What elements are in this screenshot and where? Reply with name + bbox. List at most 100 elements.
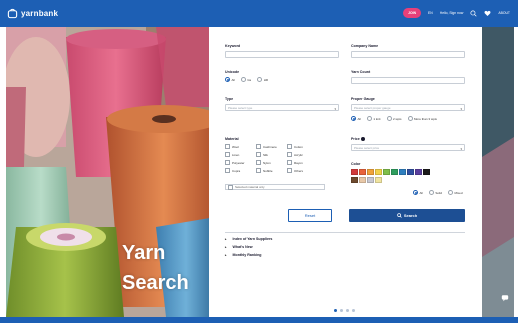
checkbox-label: Nubble [263, 168, 273, 173]
chevron-down-icon: ▾ [460, 147, 462, 151]
reset-button[interactable]: Reset [288, 209, 332, 222]
company-name-input[interactable] [351, 51, 465, 58]
price-select[interactable]: Please select price ▾ [351, 144, 465, 151]
chat-icon[interactable] [501, 294, 509, 302]
material-others[interactable]: Others [287, 168, 318, 173]
link-monthly-ranking[interactable]: ▸ Monthly Ranking [225, 253, 261, 257]
unicode-option-all[interactable]: All [225, 77, 235, 82]
color-swatch-3[interactable] [367, 169, 374, 175]
chevron-down-icon: ▾ [334, 107, 336, 111]
checkbox[interactable] [256, 160, 261, 165]
pager-dot-4[interactable] [352, 309, 355, 312]
keyword-input[interactable] [225, 51, 339, 58]
sign-in-link[interactable]: Hello, Sign now [440, 8, 464, 18]
checkbox[interactable] [228, 184, 233, 190]
material-linen[interactable]: Linen [225, 152, 256, 157]
color-swatch-4[interactable] [375, 169, 382, 175]
heart-icon[interactable] [484, 10, 491, 17]
radio-checked[interactable] [413, 190, 418, 195]
color-swatch-11[interactable] [351, 176, 358, 183]
material-rayon[interactable]: Rayon [287, 160, 318, 165]
language-switch[interactable]: EN [428, 8, 433, 18]
radio[interactable] [240, 77, 246, 82]
footer-bar [0, 317, 518, 323]
color-option-all[interactable]: All [413, 190, 423, 195]
yarnbank-logo-icon [7, 8, 18, 18]
color-swatch-1[interactable] [351, 169, 358, 175]
color-swatch-12[interactable] [359, 176, 366, 183]
material-silk[interactable]: Silk [256, 152, 287, 157]
checkbox[interactable] [256, 168, 261, 173]
color-swatch-6[interactable] [391, 169, 398, 175]
checkbox-label: Others [294, 168, 304, 173]
unicode-label: Unicode [225, 70, 240, 74]
company-name-label: Company Name [351, 44, 379, 48]
checkbox-label: Linen [232, 152, 240, 157]
radio[interactable] [257, 77, 263, 82]
gauge-option-3[interactable]: More than 3 wpis [407, 116, 437, 121]
radio[interactable] [366, 116, 372, 121]
checkbox[interactable] [287, 152, 292, 157]
radio-checked[interactable] [351, 116, 356, 121]
checkbox[interactable] [256, 152, 261, 157]
search-icon[interactable] [470, 9, 477, 17]
link-yarn-suppliers[interactable]: ▸ Index of Yarn Suppliers [225, 237, 272, 241]
color-swatch-2[interactable] [359, 169, 366, 175]
checkbox[interactable] [256, 144, 261, 149]
color-swatch-7[interactable] [399, 169, 406, 175]
logo[interactable]: yarnbank [7, 7, 58, 19]
color-swatch-10[interactable] [423, 169, 430, 175]
checkbox[interactable] [287, 168, 292, 173]
material-cotton[interactable]: Cotton [287, 144, 318, 149]
color-swatch-13[interactable] [367, 176, 374, 183]
material-nubble[interactable]: Nubble [256, 168, 287, 173]
gauge-option-1[interactable]: 1 knit [366, 116, 381, 121]
radio-label: Solid [435, 190, 443, 195]
material-wool[interactable]: Wool [225, 144, 256, 149]
unicode-radio-group: All Gs HR [225, 77, 271, 82]
unicode-option-gs[interactable]: Gs [240, 77, 252, 82]
checkbox[interactable] [225, 152, 230, 157]
color-swatch-8[interactable] [407, 169, 414, 175]
radio[interactable] [428, 190, 434, 195]
material-cashmere[interactable]: Cashmere [256, 144, 287, 149]
radio-label: 2 wpis [393, 116, 402, 121]
pager-dot-3[interactable] [346, 309, 349, 312]
color-option-solid[interactable]: Solid [428, 190, 443, 195]
radio[interactable] [407, 116, 413, 121]
color-swatch-9[interactable] [415, 169, 422, 175]
checkbox[interactable] [225, 144, 230, 149]
checkbox[interactable] [287, 144, 292, 149]
info-icon[interactable] [360, 137, 365, 142]
material-nylon[interactable]: Nylon [256, 160, 287, 165]
proper-gauge-select[interactable]: Please select proper gauge ▾ [351, 104, 465, 111]
color-label: Color [351, 162, 361, 166]
join-button[interactable]: JOIN [403, 8, 422, 18]
radio-label: Gs [247, 77, 252, 82]
radio-checked[interactable] [225, 77, 230, 82]
gauge-option-all[interactable]: All [351, 116, 361, 121]
color-swatch-14[interactable] [375, 176, 382, 183]
link-whats-new[interactable]: ▸ What's New [225, 245, 253, 249]
pager-dot-1[interactable] [334, 309, 337, 312]
color-swatch-5[interactable] [383, 169, 390, 175]
checkbox[interactable] [225, 160, 230, 165]
checkbox-label: Polyester [232, 160, 245, 165]
yarn-count-input[interactable] [351, 77, 465, 84]
radio[interactable] [448, 190, 454, 195]
color-option-mixed[interactable]: Mixed [448, 190, 463, 195]
radio[interactable] [386, 116, 392, 121]
selected-material-only[interactable]: Selected material only [225, 184, 325, 190]
material-polyester[interactable]: Polyester [225, 160, 256, 165]
checkbox[interactable] [225, 168, 230, 173]
checkbox[interactable] [287, 160, 292, 165]
gauge-option-2[interactable]: 2 wpis [386, 116, 402, 121]
hero-title: Yarn Search [122, 238, 189, 298]
unicode-option-hr[interactable]: HR [257, 77, 268, 82]
search-button[interactable]: Search [349, 209, 465, 222]
about-link[interactable]: ABOUT [498, 8, 510, 18]
material-acrylic[interactable]: Acrylic [287, 152, 318, 157]
pager-dot-2[interactable] [340, 309, 343, 312]
material-cupra[interactable]: Cupra [225, 168, 256, 173]
type-select[interactable]: Please select type ▾ [225, 104, 339, 111]
